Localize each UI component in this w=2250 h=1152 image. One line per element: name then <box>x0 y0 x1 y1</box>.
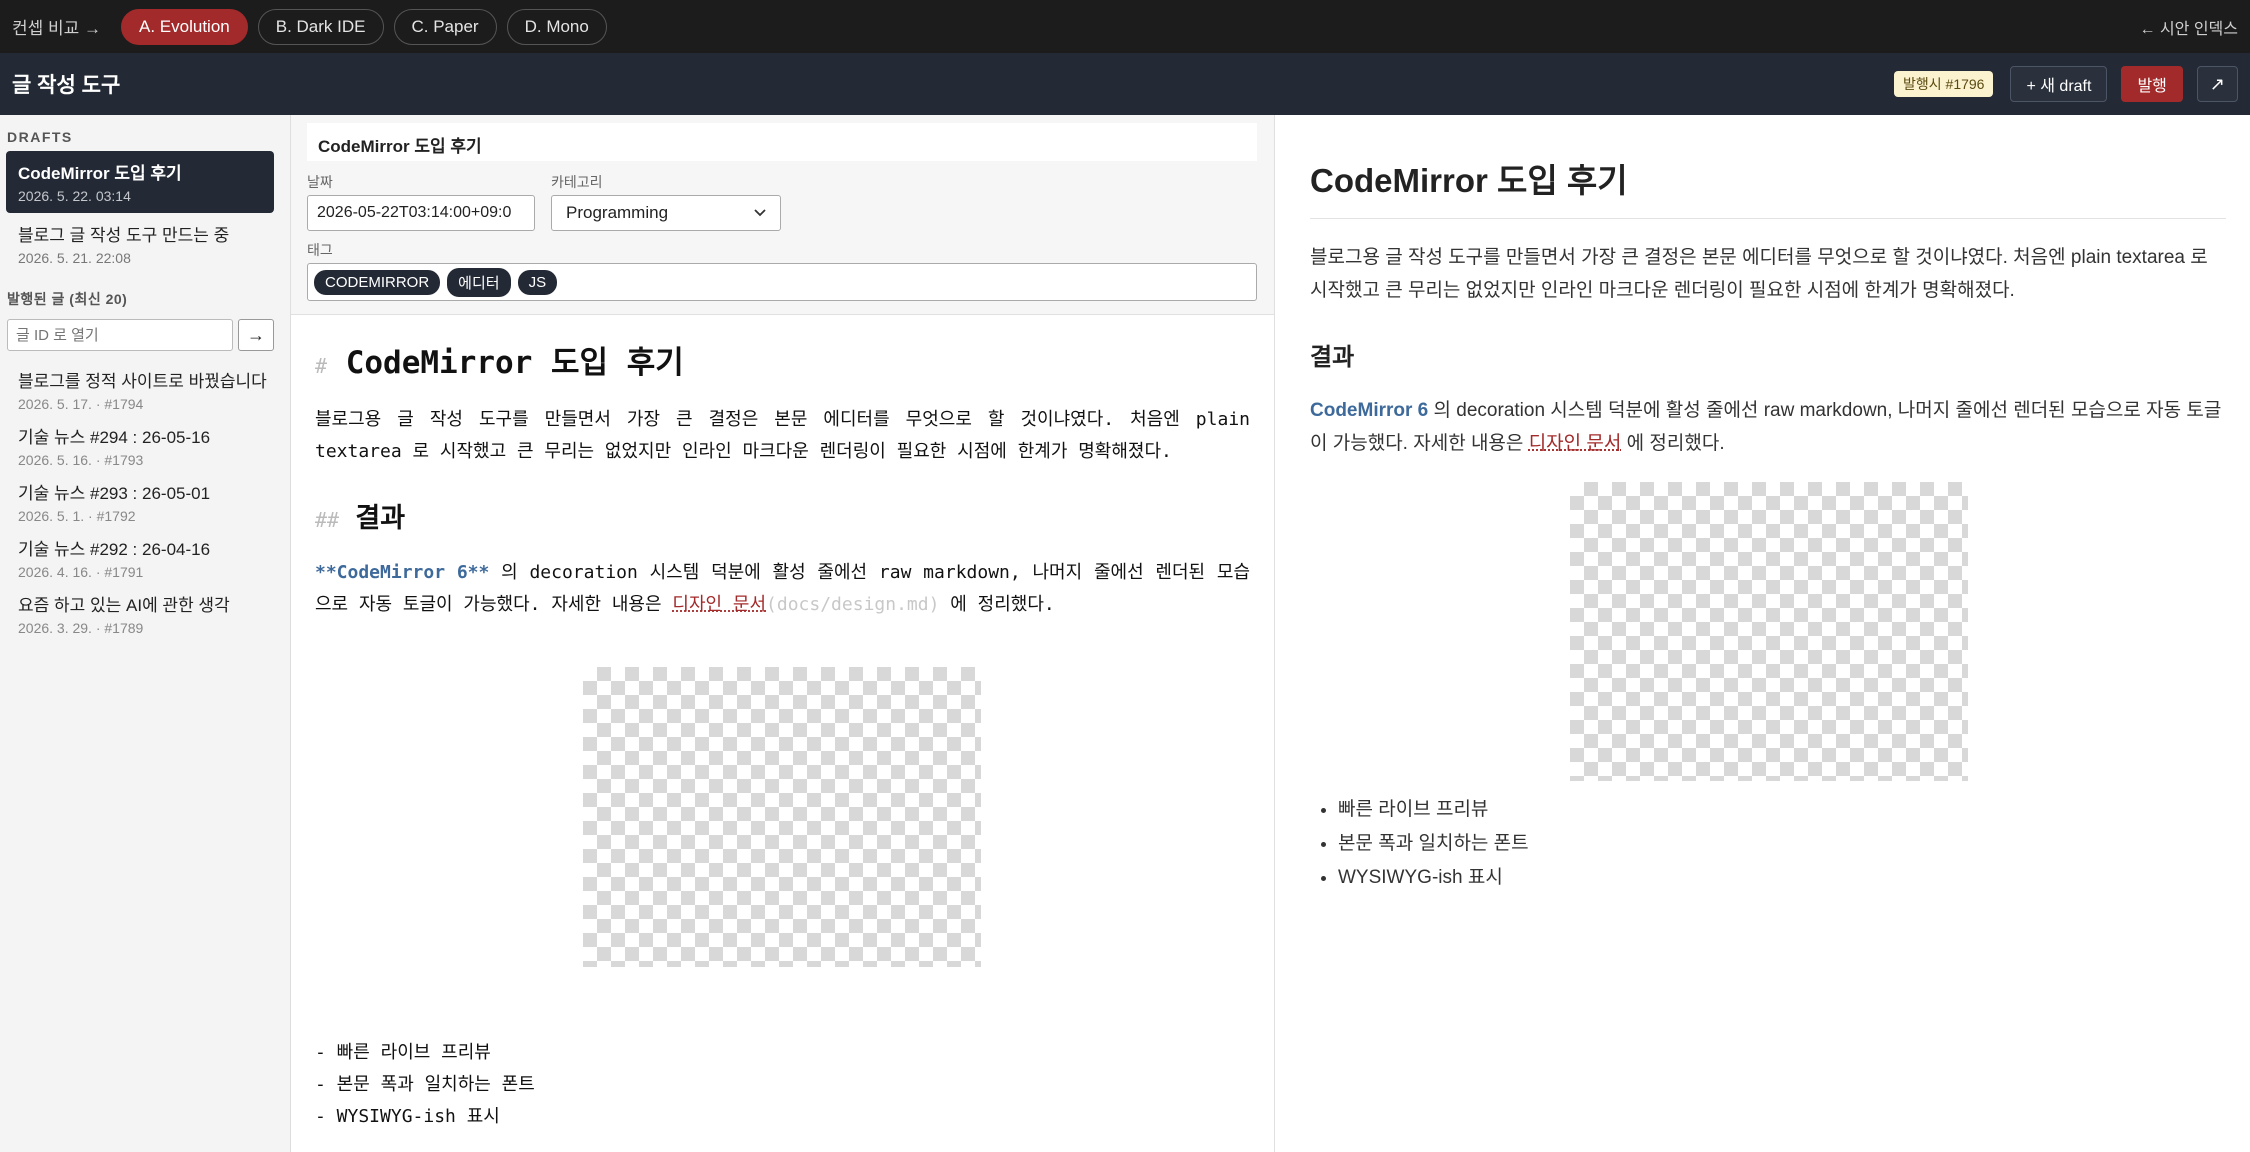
bold-text: **CodeMirror 6** <box>315 562 490 583</box>
tags-label: 태그 <box>307 242 333 258</box>
list-item: - WYSIWYG-ish 표시 <box>315 1106 500 1127</box>
draft-date: 2026. 5. 21. 22:08 <box>18 250 131 266</box>
published-label: 발행된 글 (최신 20) <box>7 291 128 307</box>
paragraph-text: 에 정리했다. <box>939 594 1055 615</box>
published-meta: 2026. 3. 29. · #1789 <box>18 620 144 636</box>
image-placeholder <box>583 667 981 967</box>
concept-tab-mono[interactable]: D. Mono <box>506 8 607 45</box>
app-title: 글 작성 도구 <box>12 74 121 97</box>
link-url: (docs/design.md) <box>766 594 940 615</box>
preview-pane: CodeMirror 도입 후기 블로그용 글 작성 도구를 만들면서 가장 큰… <box>1275 115 2250 1152</box>
published-item[interactable]: 기술 뉴스 #293 : 26-05-01 2026. 5. 1. · #179… <box>0 473 290 529</box>
published-item[interactable]: 기술 뉴스 #294 : 26-05-16 2026. 5. 16. · #17… <box>0 417 290 473</box>
published-title: 기술 뉴스 #292 : 26-04-16 <box>18 540 211 559</box>
preview-link[interactable]: 디자인 문서 <box>1529 433 1622 454</box>
header-actions: 발행시 #1796 + 새 draft 발행 ↗ <box>1894 66 2238 102</box>
editor-heading-1-text: CodeMirror 도입 후기 <box>345 345 684 381</box>
editor-heading-2-text: 결과 <box>355 503 406 534</box>
tag-chip[interactable]: 에디터 <box>447 267 511 297</box>
title-input[interactable]: CodeMirror 도입 후기 <box>307 123 1257 161</box>
open-post-button[interactable]: → <box>238 319 274 351</box>
paragraph-text: 에 정리했다. <box>1621 433 1725 454</box>
editor-paragraph: 블로그용 글 작성 도구를 만들면서 가장 큰 결정은 본문 에디터를 무엇으로… <box>315 409 1250 462</box>
app-header: 글 작성 도구 발행시 #1796 + 새 draft 발행 ↗ <box>0 53 2250 115</box>
concept-compare-label: 컨셉 비교 → <box>12 19 102 38</box>
published-title: 기술 뉴스 #293 : 26-05-01 <box>18 484 211 503</box>
markdown-editor[interactable]: # CodeMirror 도입 후기 블로그용 글 작성 도구를 만들면서 가장… <box>291 337 1274 1133</box>
editor-heading-1: # CodeMirror 도입 후기 <box>315 337 1250 382</box>
preview-paragraph: 블로그용 글 작성 도구를 만들면서 가장 큰 결정은 본문 에디터를 무엇으로… <box>1310 247 2208 301</box>
preview-paragraph: CodeMirror 6 의 decoration 시스템 덕분에 활성 줄에선… <box>1310 394 2226 460</box>
category-select[interactable]: Programming <box>551 195 781 231</box>
publish-id-badge: 발행시 #1796 <box>1894 71 1994 97</box>
heading-marker: ## <box>315 508 340 532</box>
draft-date: 2026. 5. 22. 03:14 <box>18 188 131 204</box>
post-id-input[interactable] <box>7 319 233 351</box>
concept-tab-evolution[interactable]: A. Evolution <box>121 8 248 45</box>
date-field: 날짜 2026-05-22T03:14:00+09:0 <box>307 172 535 231</box>
draft-item[interactable]: 블로그 글 작성 도구 만드는 중 2026. 5. 21. 22:08 <box>6 213 274 275</box>
editor-paragraph: **CodeMirror 6** 의 decoration 시스템 덕분에 활성… <box>315 557 1250 621</box>
preview-heading: 결과 <box>1310 344 1355 371</box>
paragraph-text: 의 decoration 시스템 덕분에 활성 줄에선 raw markdown… <box>1310 400 2222 454</box>
list-item: 빠른 라이브 프리뷰 <box>1338 793 2226 827</box>
list-item: 본문 폭과 일치하는 폰트 <box>1338 827 2226 861</box>
tag-chip[interactable]: JS <box>517 269 558 295</box>
editor-link[interactable]: 디자인 문서 <box>672 594 766 615</box>
list-item: - 본문 폭과 일치하는 폰트 <box>315 1074 535 1095</box>
tag-chip[interactable]: CODEMIRROR <box>314 269 441 295</box>
date-label: 날짜 <box>307 174 333 190</box>
category-label: 카테고리 <box>551 174 603 190</box>
published-title: 블로그를 정적 사이트로 바꿨습니다 <box>18 372 267 391</box>
editor-heading-2: ## 결과 <box>315 496 1250 535</box>
bold-text: CodeMirror 6 <box>1310 400 1429 421</box>
preview-list: 빠른 라이브 프리뷰 본문 폭과 일치하는 폰트 WYSIWYG-ish 표시 <box>1338 793 2226 895</box>
index-link[interactable]: ← 시안 인덱스 <box>2140 15 2239 39</box>
published-item[interactable]: 기술 뉴스 #292 : 26-04-16 2026. 4. 16. · #17… <box>0 529 290 585</box>
concept-bar: 컨셉 비교 → A. Evolution B. Dark IDE C. Pape… <box>0 0 2250 53</box>
draft-title: 블로그 글 작성 도구 만드는 중 <box>18 226 230 245</box>
concept-tab-dark-ide[interactable]: B. Dark IDE <box>257 8 384 45</box>
published-meta: 2026. 4. 16. · #1791 <box>18 564 144 580</box>
draft-item[interactable]: CodeMirror 도입 후기 2026. 5. 22. 03:14 <box>6 151 274 213</box>
publish-button[interactable]: 발행 <box>2121 66 2183 102</box>
sidebar: DRAFTS CodeMirror 도입 후기 2026. 5. 22. 03:… <box>0 115 291 1152</box>
meta-field-row: 날짜 2026-05-22T03:14:00+09:0 카테고리 Program… <box>307 172 1258 231</box>
open-by-id-row: → <box>0 319 290 351</box>
heading-marker: # <box>315 354 328 378</box>
chevron-down-icon <box>754 209 766 217</box>
category-value: Programming <box>566 203 669 222</box>
list-item: - 빠른 라이브 프리뷰 <box>315 1042 491 1063</box>
editor-pane: CodeMirror 도입 후기 날짜 2026-05-22T03:14:00+… <box>291 115 1275 1152</box>
concept-tab-paper[interactable]: C. Paper <box>393 8 497 45</box>
tags-input[interactable]: CODEMIRROR 에디터 JS <box>307 263 1257 301</box>
published-title: 기술 뉴스 #294 : 26-05-16 <box>18 428 211 447</box>
published-item[interactable]: 요즘 하고 있는 AI에 관한 생각 2026. 3. 29. · #1789 <box>0 585 290 641</box>
published-item[interactable]: 블로그를 정적 사이트로 바꿨습니다 2026. 5. 17. · #1794 <box>0 361 290 417</box>
drafts-label: DRAFTS <box>7 129 73 145</box>
list-item: WYSIWYG-ish 표시 <box>1338 861 2226 895</box>
category-field: 카테고리 Programming <box>551 172 781 231</box>
editor-list: - 빠른 라이브 프리뷰 - 본문 폭과 일치하는 폰트 - WYSIWYG-i… <box>315 1037 1250 1133</box>
date-input[interactable]: 2026-05-22T03:14:00+09:0 <box>307 195 535 231</box>
draft-title: CodeMirror 도입 후기 <box>18 164 182 183</box>
published-meta: 2026. 5. 1. · #1792 <box>18 508 136 524</box>
published-title: 요즘 하고 있는 AI에 관한 생각 <box>18 596 230 615</box>
image-placeholder <box>1570 482 1968 781</box>
published-meta: 2026. 5. 17. · #1794 <box>18 396 144 412</box>
published-meta: 2026. 5. 16. · #1793 <box>18 452 144 468</box>
preview-title: CodeMirror 도입 후기 <box>1310 115 2226 219</box>
expand-icon[interactable]: ↗ <box>2196 66 2238 102</box>
new-draft-button[interactable]: + 새 draft <box>2010 66 2108 102</box>
post-meta-form: CodeMirror 도입 후기 날짜 2026-05-22T03:14:00+… <box>291 115 1274 315</box>
